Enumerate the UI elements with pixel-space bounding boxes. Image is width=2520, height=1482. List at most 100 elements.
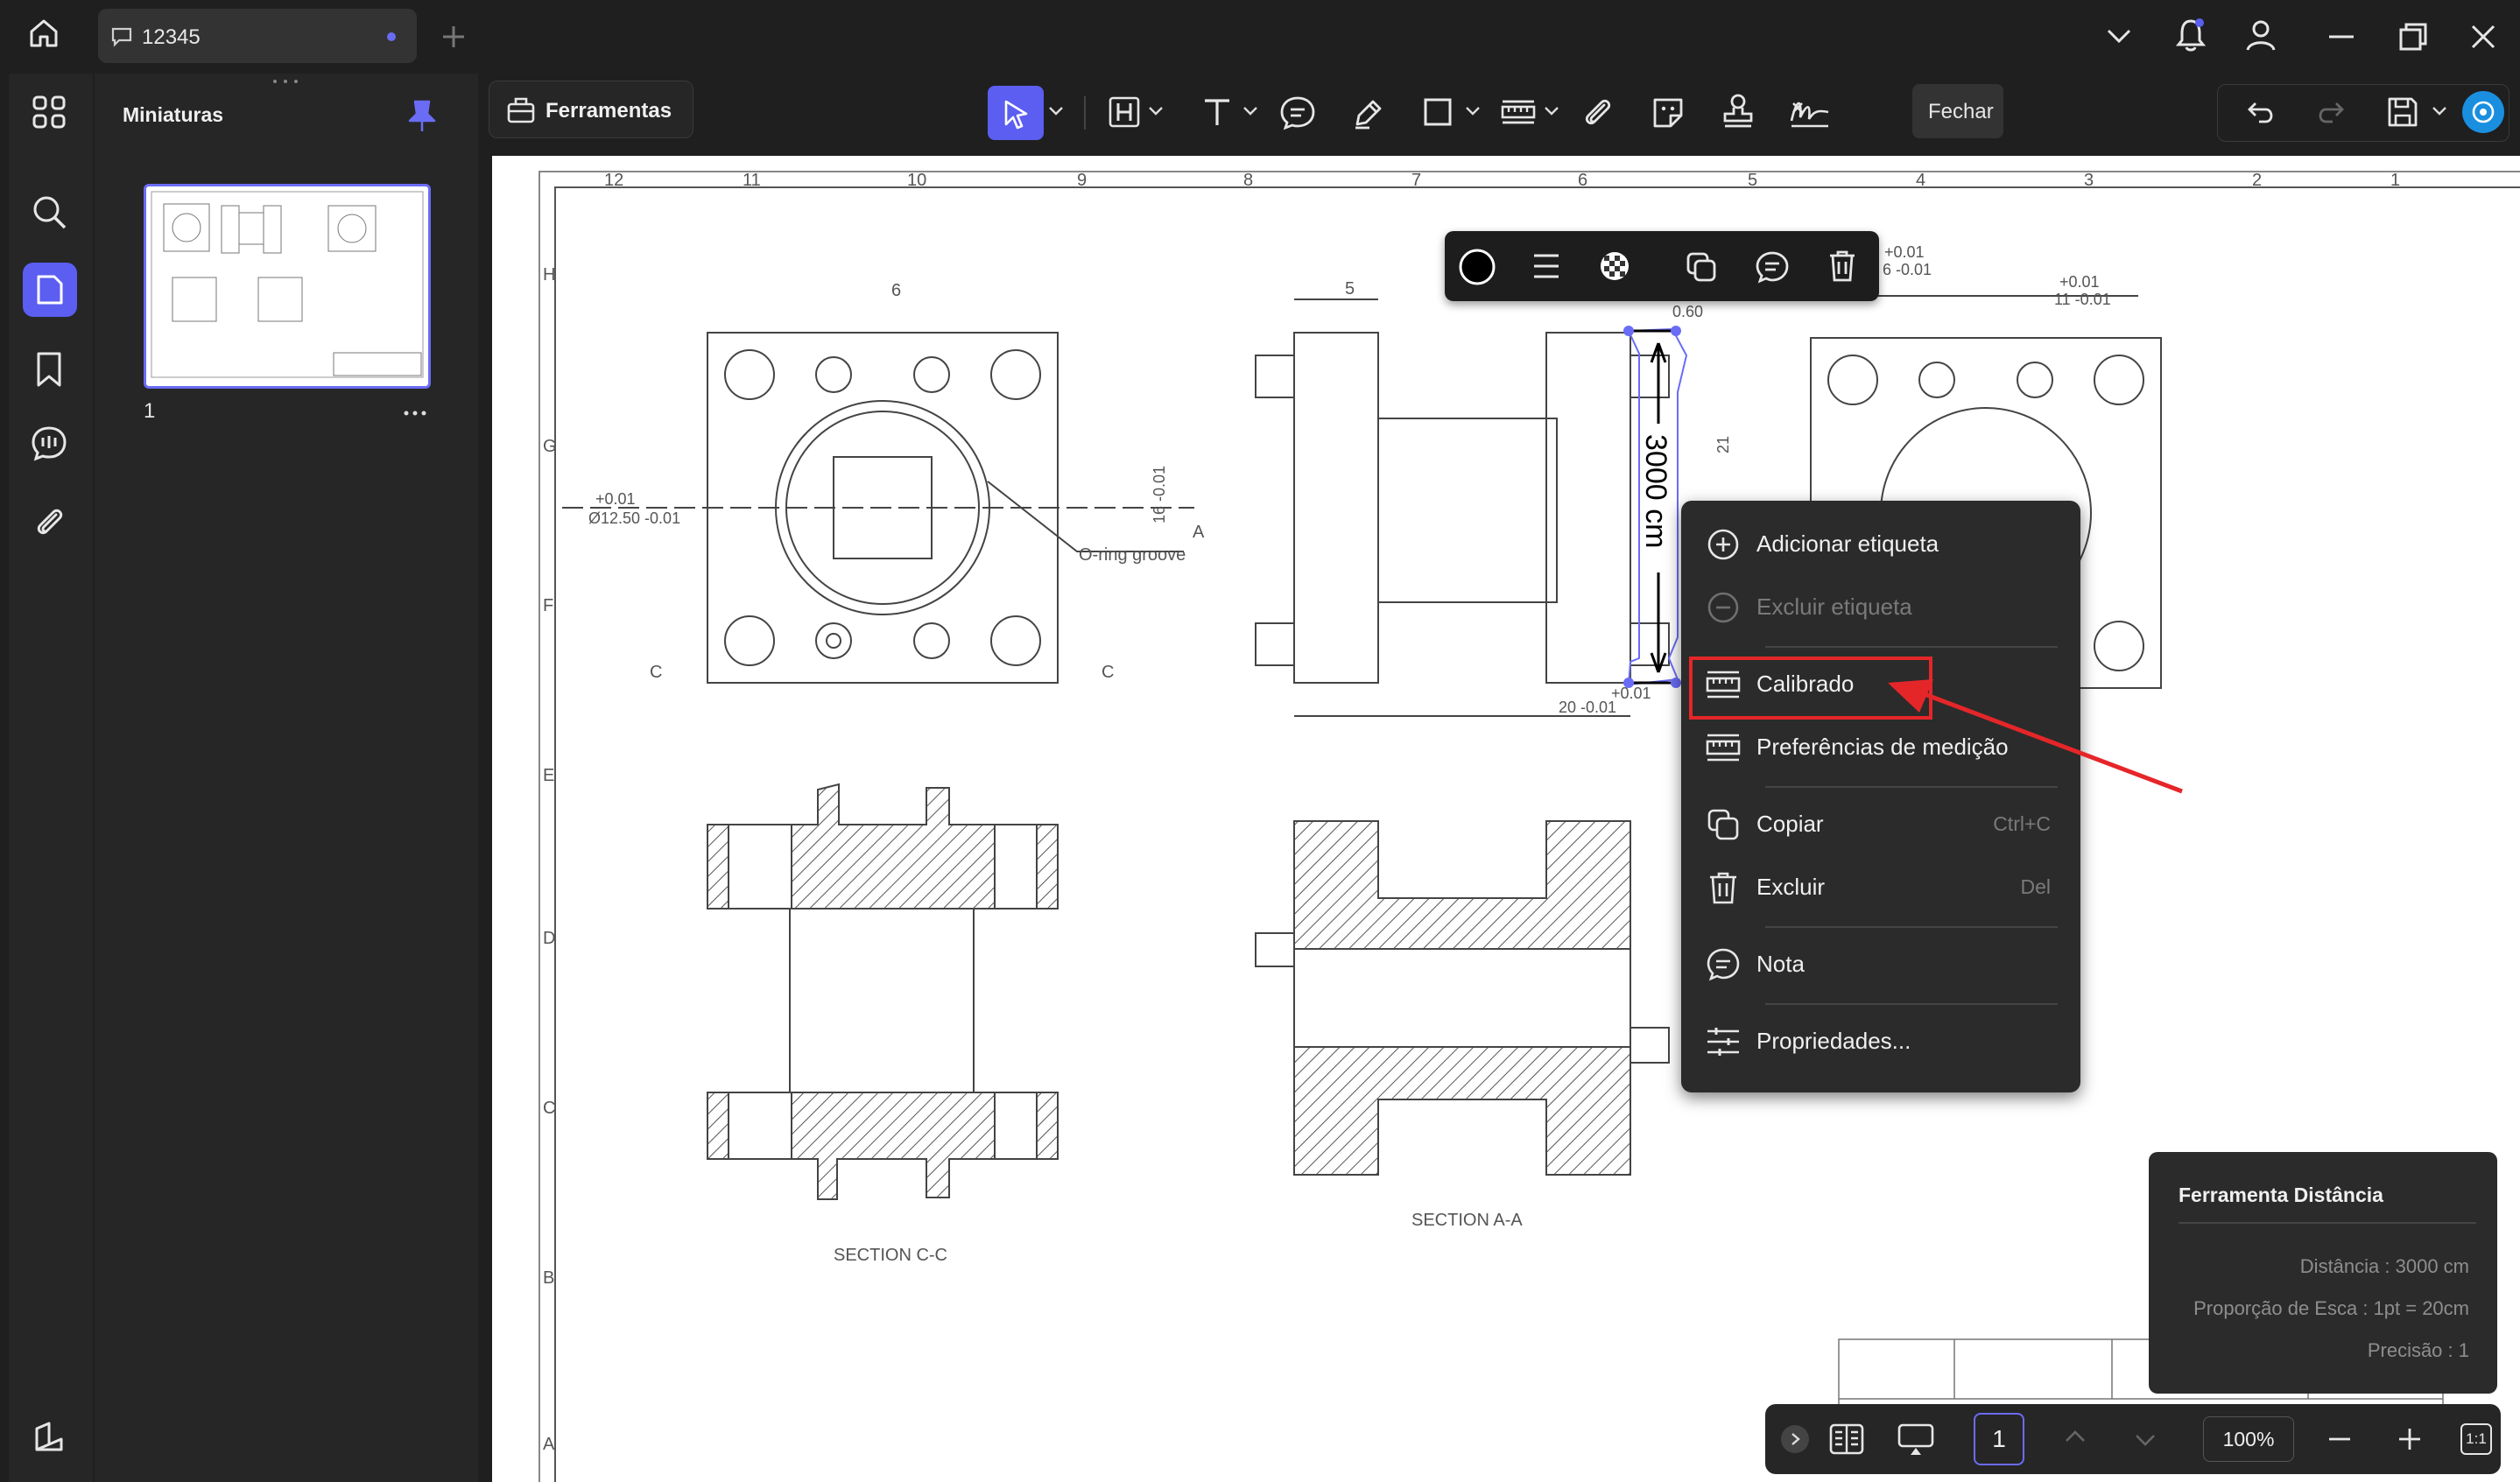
delete-icon[interactable]	[1827, 249, 1858, 284]
menu-item-label: Copiar	[1756, 811, 1824, 837]
close-tools-label: Fechar	[1928, 100, 1994, 123]
ai-assistant-button[interactable]	[2462, 91, 2504, 133]
unsaved-dot	[387, 32, 396, 41]
next-page-icon[interactable]	[2129, 1427, 2161, 1453]
stroke-color-icon[interactable]	[1457, 247, 1497, 287]
note-icon[interactable]	[1755, 250, 1790, 284]
bookmark-icon[interactable]	[32, 350, 67, 389]
scale-value: Proporção de Esca : 1pt = 20cm	[2193, 1297, 2469, 1319]
minimize-icon[interactable]	[2324, 19, 2359, 54]
dim-diameter: Ø12.50 -0.01	[588, 509, 680, 527]
highlight-dropdown-icon[interactable]	[1147, 105, 1165, 117]
thumbnails-panel: Miniaturas 1	[95, 74, 478, 1482]
new-tab-icon[interactable]	[438, 21, 469, 53]
page-layout-icon[interactable]	[1828, 1422, 1865, 1457]
panel-title: Miniaturas	[123, 103, 224, 126]
thumbnail-page-number: 1	[144, 399, 156, 423]
notification-bell-icon[interactable]	[2173, 16, 2208, 54]
line-weight-icon[interactable]	[1531, 250, 1562, 282]
tab-title: 12345	[142, 25, 201, 49]
zoom-out-icon[interactable]	[2326, 1425, 2354, 1453]
chevron-right-icon	[1791, 1433, 1800, 1445]
shape-tool-icon[interactable]	[1420, 95, 1455, 130]
dim-tolerance: +0.01	[1884, 243, 1925, 261]
menu-item-delete[interactable]: Excluir Del	[1681, 856, 2080, 916]
tools-button[interactable]: Ferramentas	[489, 81, 693, 138]
search-icon[interactable]	[30, 193, 68, 231]
menu-item-add-label[interactable]: Adicionar etiqueta	[1681, 513, 2080, 572]
pen-tool-icon[interactable]	[1350, 95, 1387, 131]
ai-assistant-icon	[2472, 101, 2495, 123]
menu-item-properties[interactable]: Propriedades...	[1681, 1010, 2080, 1070]
menu-item-note[interactable]: Nota	[1681, 933, 2080, 993]
undo-icon[interactable]	[2245, 96, 2278, 128]
home-icon[interactable]	[26, 16, 61, 51]
opacity-icon[interactable]	[1599, 250, 1630, 282]
actual-size-button[interactable]: 1:1	[2460, 1423, 2492, 1455]
close-window-icon[interactable]	[2466, 19, 2501, 54]
save-icon[interactable]	[2385, 95, 2420, 130]
menu-separator	[1765, 926, 2058, 928]
close-tools-button[interactable]: Fechar	[1912, 84, 2003, 138]
restore-icon[interactable]	[2396, 19, 2431, 54]
document-tab[interactable]: 12345	[98, 9, 417, 63]
menu-item-label: Nota	[1756, 951, 1805, 977]
menu-separator	[1765, 1003, 2058, 1005]
row-label: F	[543, 596, 553, 615]
column-label: 7	[1411, 171, 1421, 190]
measure-tool-icon[interactable]	[1499, 95, 1538, 130]
save-dropdown-icon[interactable]	[2431, 105, 2448, 117]
previous-page-icon[interactable]	[2059, 1423, 2091, 1450]
zoom-level[interactable]: 100%	[2203, 1416, 2294, 1462]
toolbar-divider	[1084, 96, 1086, 130]
copy-icon[interactable]	[1685, 250, 1718, 284]
comments-icon[interactable]	[30, 424, 68, 462]
section-mark: C	[1102, 663, 1114, 682]
select-tool-button[interactable]	[988, 86, 1044, 140]
drag-handle[interactable]	[270, 79, 301, 84]
row-label: E	[543, 766, 554, 785]
account-icon[interactable]	[2243, 18, 2278, 53]
presentation-icon[interactable]	[1897, 1422, 1935, 1457]
zoom-in-icon[interactable]	[2396, 1425, 2424, 1453]
page-thumbnail[interactable]	[144, 184, 431, 389]
distance-tool-title: Ferramenta Distância	[2179, 1183, 2383, 1206]
dim-tolerance: +0.01	[595, 490, 636, 508]
sidebar-toggle-icon[interactable]	[32, 1420, 67, 1455]
redo-icon[interactable]	[2313, 96, 2347, 128]
more-options-icon[interactable]	[403, 410, 427, 417]
precision-value: Precisão : 1	[2367, 1339, 2469, 1361]
highlight-tool-icon[interactable]	[1107, 95, 1142, 130]
sticker-tool-icon[interactable]	[1650, 95, 1686, 131]
thumbnails-button[interactable]	[23, 263, 77, 317]
stamp-tool-icon[interactable]	[1720, 93, 1756, 131]
copy-icon	[1706, 807, 1741, 842]
shape-dropdown-icon[interactable]	[1464, 105, 1482, 117]
select-tool-dropdown-icon[interactable]	[1047, 105, 1065, 117]
measure-dropdown-icon[interactable]	[1543, 105, 1560, 117]
comment-tool-icon[interactable]	[1278, 95, 1317, 131]
cursor-arrow-icon	[1004, 100, 1028, 130]
dim-tolerance: +0.01	[2059, 273, 2100, 291]
column-label: 8	[1243, 171, 1253, 190]
dim-right-height: 21	[1714, 436, 1732, 453]
attachment-icon[interactable]	[32, 502, 67, 541]
column-label: 6	[1578, 171, 1587, 190]
collapse-button[interactable]	[1781, 1425, 1809, 1453]
measurement-label[interactable]: 3000 cm	[1639, 434, 1672, 548]
menu-item-label: Excluir	[1756, 874, 1826, 900]
pin-icon[interactable]	[406, 98, 438, 133]
row-label: C	[543, 1099, 555, 1118]
signature-tool-icon[interactable]	[1788, 95, 1832, 131]
text-dropdown-icon[interactable]	[1242, 105, 1259, 117]
row-label: G	[543, 437, 557, 456]
sliders-icon	[1706, 1024, 1741, 1059]
page-number-input[interactable]: 1	[1974, 1413, 2024, 1465]
chevron-down-icon[interactable]	[2103, 23, 2135, 49]
apps-grid-icon[interactable]	[30, 93, 68, 131]
menu-separator	[1765, 646, 2058, 648]
attach-tool-icon[interactable]	[1580, 95, 1615, 131]
oring-label: O-ring groove	[1079, 545, 1186, 565]
text-tool-icon[interactable]	[1200, 95, 1235, 130]
menu-item-label: Adicionar etiqueta	[1756, 530, 1939, 557]
